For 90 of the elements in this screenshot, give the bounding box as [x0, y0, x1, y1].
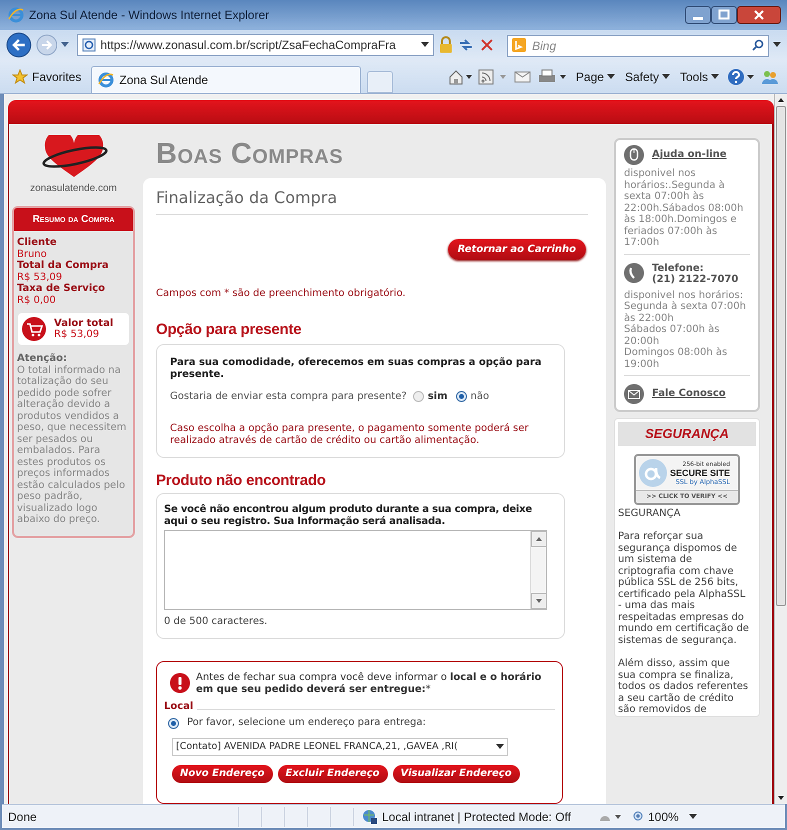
search-field[interactable]: Bing: [507, 35, 770, 57]
search-icon[interactable]: [752, 39, 764, 51]
section-heading: Opção para presente: [156, 320, 302, 340]
phone-number: (21) 2122-7070: [652, 274, 738, 286]
security-text: Além disso, assim que sua compra se finaliza, todos os dados referentes a seu cartão de crédito são removidos de: [618, 658, 750, 716]
ie-logo-icon: [98, 72, 114, 88]
contact-link[interactable]: Fale Conosco: [652, 388, 726, 400]
security-heading: SEGURANÇA: [618, 422, 756, 446]
mouse-icon: [624, 145, 644, 165]
browser-tab[interactable]: Zona Sul Atende: [91, 66, 362, 93]
gift-intro: Para sua comodidade, oferecemos em suas compras a opção para presente.: [170, 356, 543, 380]
window-title: Zona Sul Atende - Windows Internet Explorer: [29, 7, 270, 24]
bing-logo-icon: [512, 38, 526, 52]
ie-logo-icon: [8, 7, 24, 23]
feed-icon[interactable]: [478, 68, 508, 84]
summary-label: Cliente: [17, 237, 58, 248]
zone-text: Local intranet | Protected Mode: Off: [382, 808, 571, 826]
envelope-icon: [624, 384, 644, 404]
caret-icon: [496, 744, 504, 750]
return-to-cart-button[interactable]: Retornar ao Carrinho: [448, 239, 586, 260]
total-label: Valor total: [54, 318, 114, 329]
minimize-icon[interactable]: [685, 6, 711, 24]
star-icon: [12, 68, 28, 84]
product-intro: Se você não encontrou algum produto durante a sua compra, deixe aqui o seu registro. Sua Informação será analisada.: [164, 504, 533, 528]
stop-icon[interactable]: [479, 37, 496, 53]
help-icon[interactable]: [727, 68, 755, 86]
phone-hours: Segunda à sexta 07:00h às 22:00h: [624, 301, 747, 324]
gift-radio[interactable]: sim: [412, 390, 448, 402]
phone-hours: Domingos 08:00h às 19:00h: [624, 347, 728, 370]
summary-value: R$ 53,09: [17, 272, 64, 283]
required-note: Campos com * são de preenchimento obrigatório.: [156, 287, 407, 301]
status-text: Done: [8, 808, 38, 826]
gift-warning: Caso escolha a opção para presente, o pagamento somente poderá ser realizado através de cartão de crédito ou cartão alimentação.: [170, 422, 530, 446]
toolbar-menu[interactable]: Page: [574, 68, 617, 86]
lock-icon: [438, 36, 454, 54]
toolbar-menu[interactable]: Tools: [678, 68, 721, 86]
scrollbar[interactable]: [774, 94, 787, 804]
caret-icon: [420, 42, 429, 48]
maximize-icon[interactable]: [711, 6, 737, 24]
home-icon[interactable]: [448, 68, 472, 84]
alpha-logo-icon: [638, 458, 668, 488]
scrollbar-thumb[interactable]: [776, 106, 786, 606]
attention-text: O total informado na totalização do seu pedido pode sofrer alteração devido a produtos vendidos a peso, que necessitem ser pesados ou embalados. Para estes produtos os preços informados estão calculados pelo peso padrão, visualizado logo abaixo do preço.: [17, 364, 128, 526]
phone-icon: [624, 262, 644, 282]
address-button[interactable]: Novo Endereço: [172, 765, 273, 783]
zoom-icon: [633, 810, 645, 822]
security-caption: SEGURANÇA: [618, 508, 682, 519]
back-icon[interactable]: [6, 32, 32, 58]
help-link[interactable]: Ajuda on-line: [652, 149, 727, 161]
total-value: R$ 53,09: [54, 329, 100, 340]
local-label: Local: [164, 701, 194, 713]
page-icon: [82, 38, 96, 52]
phone-hours: Sábados 07:00h às 20:00h: [624, 324, 720, 347]
caret-icon: [711, 74, 719, 80]
delivery-notice: Antes de fechar sua compra você deve informar o local e o horário em que seu pedido deverá ser entregue:*: [196, 672, 542, 696]
exclamation-icon: [170, 673, 190, 693]
address-select[interactable]: [Contato] AVENIDA PADRE LEONEL FRANCA,21, ,GAVEA ,RI(: [172, 738, 508, 756]
summary-value: R$ 0,00: [17, 294, 57, 306]
summary-label: Total da Compra: [17, 260, 110, 272]
help-hours: disponivel nos horários:.Segunda à sexta 07:00h às 22:00h.Sábados 08:00h às 18:00h.Domingos e feriados 07:00h às 17:00h: [624, 168, 750, 254]
favorites-button[interactable]: Favorites: [8, 64, 86, 88]
gift-question: Gostaria de enviar esta compra para presente?: [170, 390, 407, 402]
toolbar-menu[interactable]: Safety: [622, 68, 672, 86]
caret-icon: [606, 74, 615, 80]
print-icon[interactable]: [538, 68, 568, 84]
summary-title: Resumo da Compra: [14, 208, 133, 231]
summary-label: Taxa de Serviço: [17, 283, 106, 294]
mail-icon[interactable]: [514, 70, 532, 84]
summary-value: Bruno: [17, 248, 48, 260]
page-heading: Boas Compras: [156, 137, 344, 172]
close-icon[interactable]: [737, 6, 781, 24]
character-counter: 0 de 500 caracteres.: [164, 616, 268, 628]
address-button[interactable]: Visualizar Endereço: [392, 765, 520, 783]
address-radio[interactable]: Por favor, selecione um endereço para entrega:: [164, 717, 555, 729]
security-text: Para reforçar sua segurança dispomos de um sistema de criptografia com chave pública SSL de 256 bits, certificado pela AlphaSSL - uma das mais respeitadas empresas do mundo em certificação de sistemas de segurança.: [618, 531, 750, 646]
page-title: Finalização da Compra: [156, 186, 588, 215]
globe-icon: [362, 808, 378, 824]
caret-icon: [662, 74, 670, 80]
cart-icon: [22, 317, 46, 341]
section-heading: Produto não encontrado: [156, 470, 327, 490]
address-field[interactable]: https://www.zonasul.com.br/script/ZsaFechaCompraFra: [77, 34, 434, 56]
caret-icon[interactable]: [688, 814, 697, 820]
address-button[interactable]: Excluir Endereço: [278, 765, 388, 783]
gift-radio[interactable]: não: [456, 390, 490, 402]
phone-hours: disponivel nos horários:: [624, 290, 744, 300]
attention-title: Atenção:: [17, 353, 68, 364]
zoom-button[interactable]: 100%: [633, 808, 679, 826]
caret-icon[interactable]: [773, 42, 781, 48]
logo-text: zonasulatende.com: [30, 182, 117, 196]
phone-label: Telefone:: [652, 262, 705, 274]
